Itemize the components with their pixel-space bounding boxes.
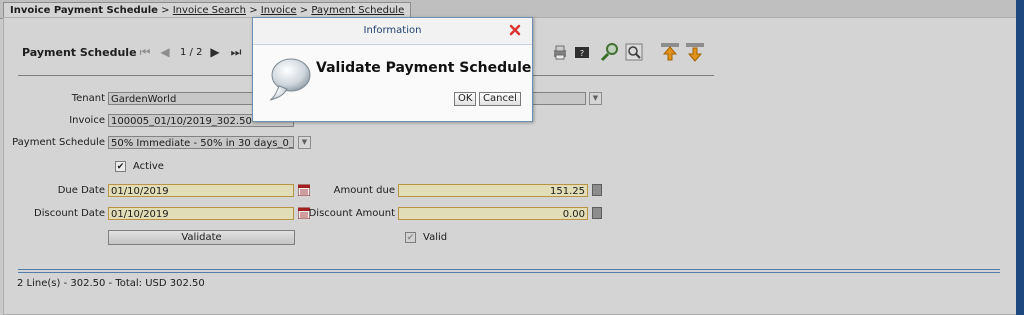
dialog-title: Information bbox=[363, 25, 422, 36]
close-icon[interactable] bbox=[509, 24, 521, 36]
dialog-message: Validate Payment Schedule bbox=[316, 60, 532, 76]
speech-bubble-icon bbox=[269, 58, 311, 101]
cancel-button[interactable]: Cancel bbox=[479, 92, 521, 106]
information-dialog: Information Validate Payment Schedule OK… bbox=[252, 17, 533, 122]
ok-button[interactable]: OK bbox=[454, 92, 477, 106]
dialog-header: Information bbox=[253, 18, 532, 45]
